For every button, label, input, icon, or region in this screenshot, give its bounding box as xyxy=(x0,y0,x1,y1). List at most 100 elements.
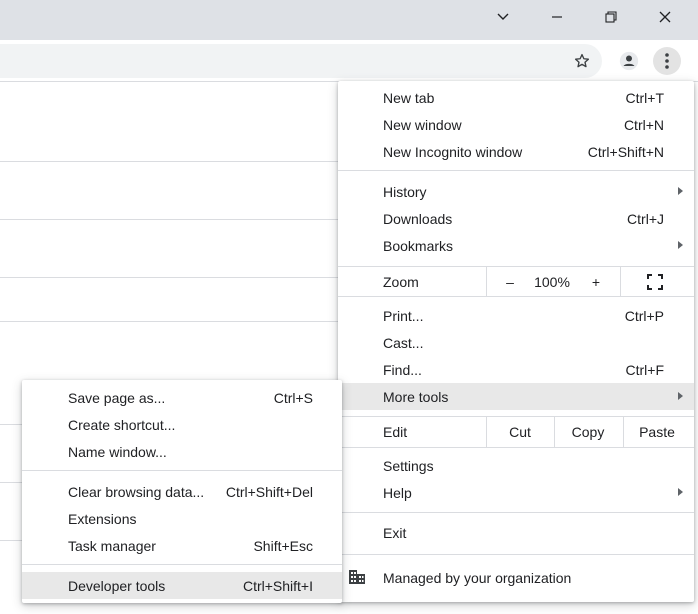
menu-item-label: History xyxy=(383,183,427,200)
copy-button[interactable]: Copy xyxy=(555,417,621,447)
menu-item-cast[interactable]: Cast... xyxy=(338,329,694,356)
menu-item-find[interactable]: Find... Ctrl+F xyxy=(338,356,694,383)
menu-cell-divider xyxy=(620,267,621,296)
more-tools-submenu: Save page as... Ctrl+S Create shortcut..… xyxy=(22,380,342,603)
menu-item-label: Create shortcut... xyxy=(68,416,176,433)
main-menu-button[interactable] xyxy=(653,47,681,75)
fullscreen-icon xyxy=(647,273,663,290)
restore-button[interactable] xyxy=(584,0,638,34)
submenu-item-task-manager[interactable]: Task manager Shift+Esc xyxy=(22,532,342,559)
menu-item-label: New window xyxy=(383,116,462,133)
menu-separator xyxy=(22,470,342,471)
menu-item-shortcut: Shift+Esc xyxy=(253,537,313,554)
page-divider xyxy=(0,321,340,322)
main-menu: New tab Ctrl+T New window Ctrl+N New Inc… xyxy=(338,81,694,602)
copy-label: Copy xyxy=(571,424,605,440)
menu-item-new-window[interactable]: New window Ctrl+N xyxy=(338,111,694,138)
close-icon xyxy=(659,11,671,23)
menu-item-new-incognito-window[interactable]: New Incognito window Ctrl+Shift+N xyxy=(338,138,694,165)
submenu-item-extensions[interactable]: Extensions xyxy=(22,505,342,532)
restore-icon xyxy=(605,11,617,23)
menu-item-managed-by-organization[interactable]: Managed by your organization xyxy=(338,564,694,591)
menu-item-shortcut: Ctrl+Shift+I xyxy=(242,577,313,594)
bookmark-star-button[interactable] xyxy=(568,47,596,75)
building-icon xyxy=(349,570,365,584)
menu-item-shortcut: Ctrl+P xyxy=(624,307,664,324)
page-divider xyxy=(0,277,340,278)
submenu-arrow-icon xyxy=(678,187,683,195)
menu-separator xyxy=(338,296,694,297)
menu-item-help[interactable]: Help xyxy=(338,479,694,506)
menu-item-label: Name window... xyxy=(68,443,167,460)
submenu-item-developer-tools[interactable]: Developer tools Ctrl+Shift+I xyxy=(22,572,342,599)
menu-item-label: Exit xyxy=(383,524,407,541)
menu-separator xyxy=(338,554,694,555)
submenu-item-clear-browsing-data[interactable]: Clear browsing data... Ctrl+Shift+Del xyxy=(22,478,342,505)
menu-item-label: Task manager xyxy=(68,537,156,554)
zoom-in-button[interactable]: + xyxy=(574,267,618,296)
minimize-icon xyxy=(552,16,562,18)
page-divider xyxy=(0,219,340,220)
menu-item-label: Print... xyxy=(383,307,424,324)
menu-item-print[interactable]: Print... Ctrl+P xyxy=(338,302,694,329)
submenu-item-save-page-as[interactable]: Save page as... Ctrl+S xyxy=(22,384,342,411)
menu-item-label: New tab xyxy=(383,89,435,106)
fullscreen-button[interactable] xyxy=(622,267,688,296)
menu-item-label: Find... xyxy=(383,361,422,378)
title-bar xyxy=(0,0,698,40)
menu-item-label: New Incognito window xyxy=(383,143,523,160)
minimize-button[interactable] xyxy=(530,0,584,34)
close-button[interactable] xyxy=(638,0,692,34)
menu-item-label: Bookmarks xyxy=(383,237,454,254)
zoom-out-button[interactable]: – xyxy=(488,267,532,296)
menu-item-label: Downloads xyxy=(383,210,453,227)
page-divider xyxy=(0,161,340,162)
menu-item-label: Clear browsing data... xyxy=(68,483,205,500)
menu-item-label: Cast... xyxy=(383,334,424,351)
menu-item-label: Extensions xyxy=(68,510,137,527)
profile-icon xyxy=(619,51,639,71)
submenu-arrow-icon xyxy=(678,241,683,249)
menu-item-history[interactable]: History xyxy=(338,178,694,205)
menu-item-shortcut: Ctrl+T xyxy=(625,89,665,106)
chevron-down-icon xyxy=(497,13,509,20)
menu-cell-divider xyxy=(486,267,487,296)
zoom-in-label: + xyxy=(591,273,601,290)
menu-separator xyxy=(22,564,342,565)
menu-item-label: Developer tools xyxy=(68,577,166,594)
submenu-arrow-icon xyxy=(678,392,683,400)
menu-item-new-tab[interactable]: New tab Ctrl+T xyxy=(338,84,694,111)
menu-item-bookmarks[interactable]: Bookmarks xyxy=(338,232,694,259)
menu-item-label: More tools xyxy=(383,388,449,405)
submenu-arrow-icon xyxy=(678,488,683,496)
menu-item-settings[interactable]: Settings xyxy=(338,452,694,479)
cut-button[interactable]: Cut xyxy=(487,417,553,447)
menu-item-downloads[interactable]: Downloads Ctrl+J xyxy=(338,205,694,232)
menu-item-shortcut: Ctrl+N xyxy=(623,116,664,133)
menu-item-shortcut: Ctrl+F xyxy=(625,361,665,378)
menu-item-label: Save page as... xyxy=(68,389,166,406)
zoom-level-value: 100% xyxy=(534,273,570,290)
zoom-level: 100% xyxy=(532,267,572,296)
menu-item-shortcut: Ctrl+S xyxy=(273,389,313,406)
menu-item-exit[interactable]: Exit xyxy=(338,519,694,546)
menu-separator xyxy=(338,512,694,513)
menu-item-shortcut: Ctrl+Shift+N xyxy=(587,143,664,160)
tab-search-button[interactable] xyxy=(476,0,530,34)
profile-button[interactable] xyxy=(615,47,643,75)
menu-item-shortcut: Ctrl+J xyxy=(627,210,664,227)
menu-item-more-tools[interactable]: More tools xyxy=(338,383,694,410)
kebab-menu-icon xyxy=(665,53,669,69)
submenu-item-name-window[interactable]: Name window... xyxy=(22,438,342,465)
menu-item-label: Zoom xyxy=(383,273,419,290)
star-icon xyxy=(574,53,590,68)
menu-item-shortcut: Ctrl+Shift+Del xyxy=(225,483,313,500)
submenu-item-create-shortcut[interactable]: Create shortcut... xyxy=(22,411,342,438)
menu-item-label: Edit xyxy=(383,424,408,440)
menu-separator xyxy=(338,170,694,171)
address-bar[interactable] xyxy=(0,44,602,78)
menu-item-label: Managed by your organization xyxy=(383,569,572,586)
menu-item-label: Settings xyxy=(383,457,434,474)
paste-button[interactable]: Paste xyxy=(624,417,690,447)
zoom-out-label: – xyxy=(506,273,514,290)
